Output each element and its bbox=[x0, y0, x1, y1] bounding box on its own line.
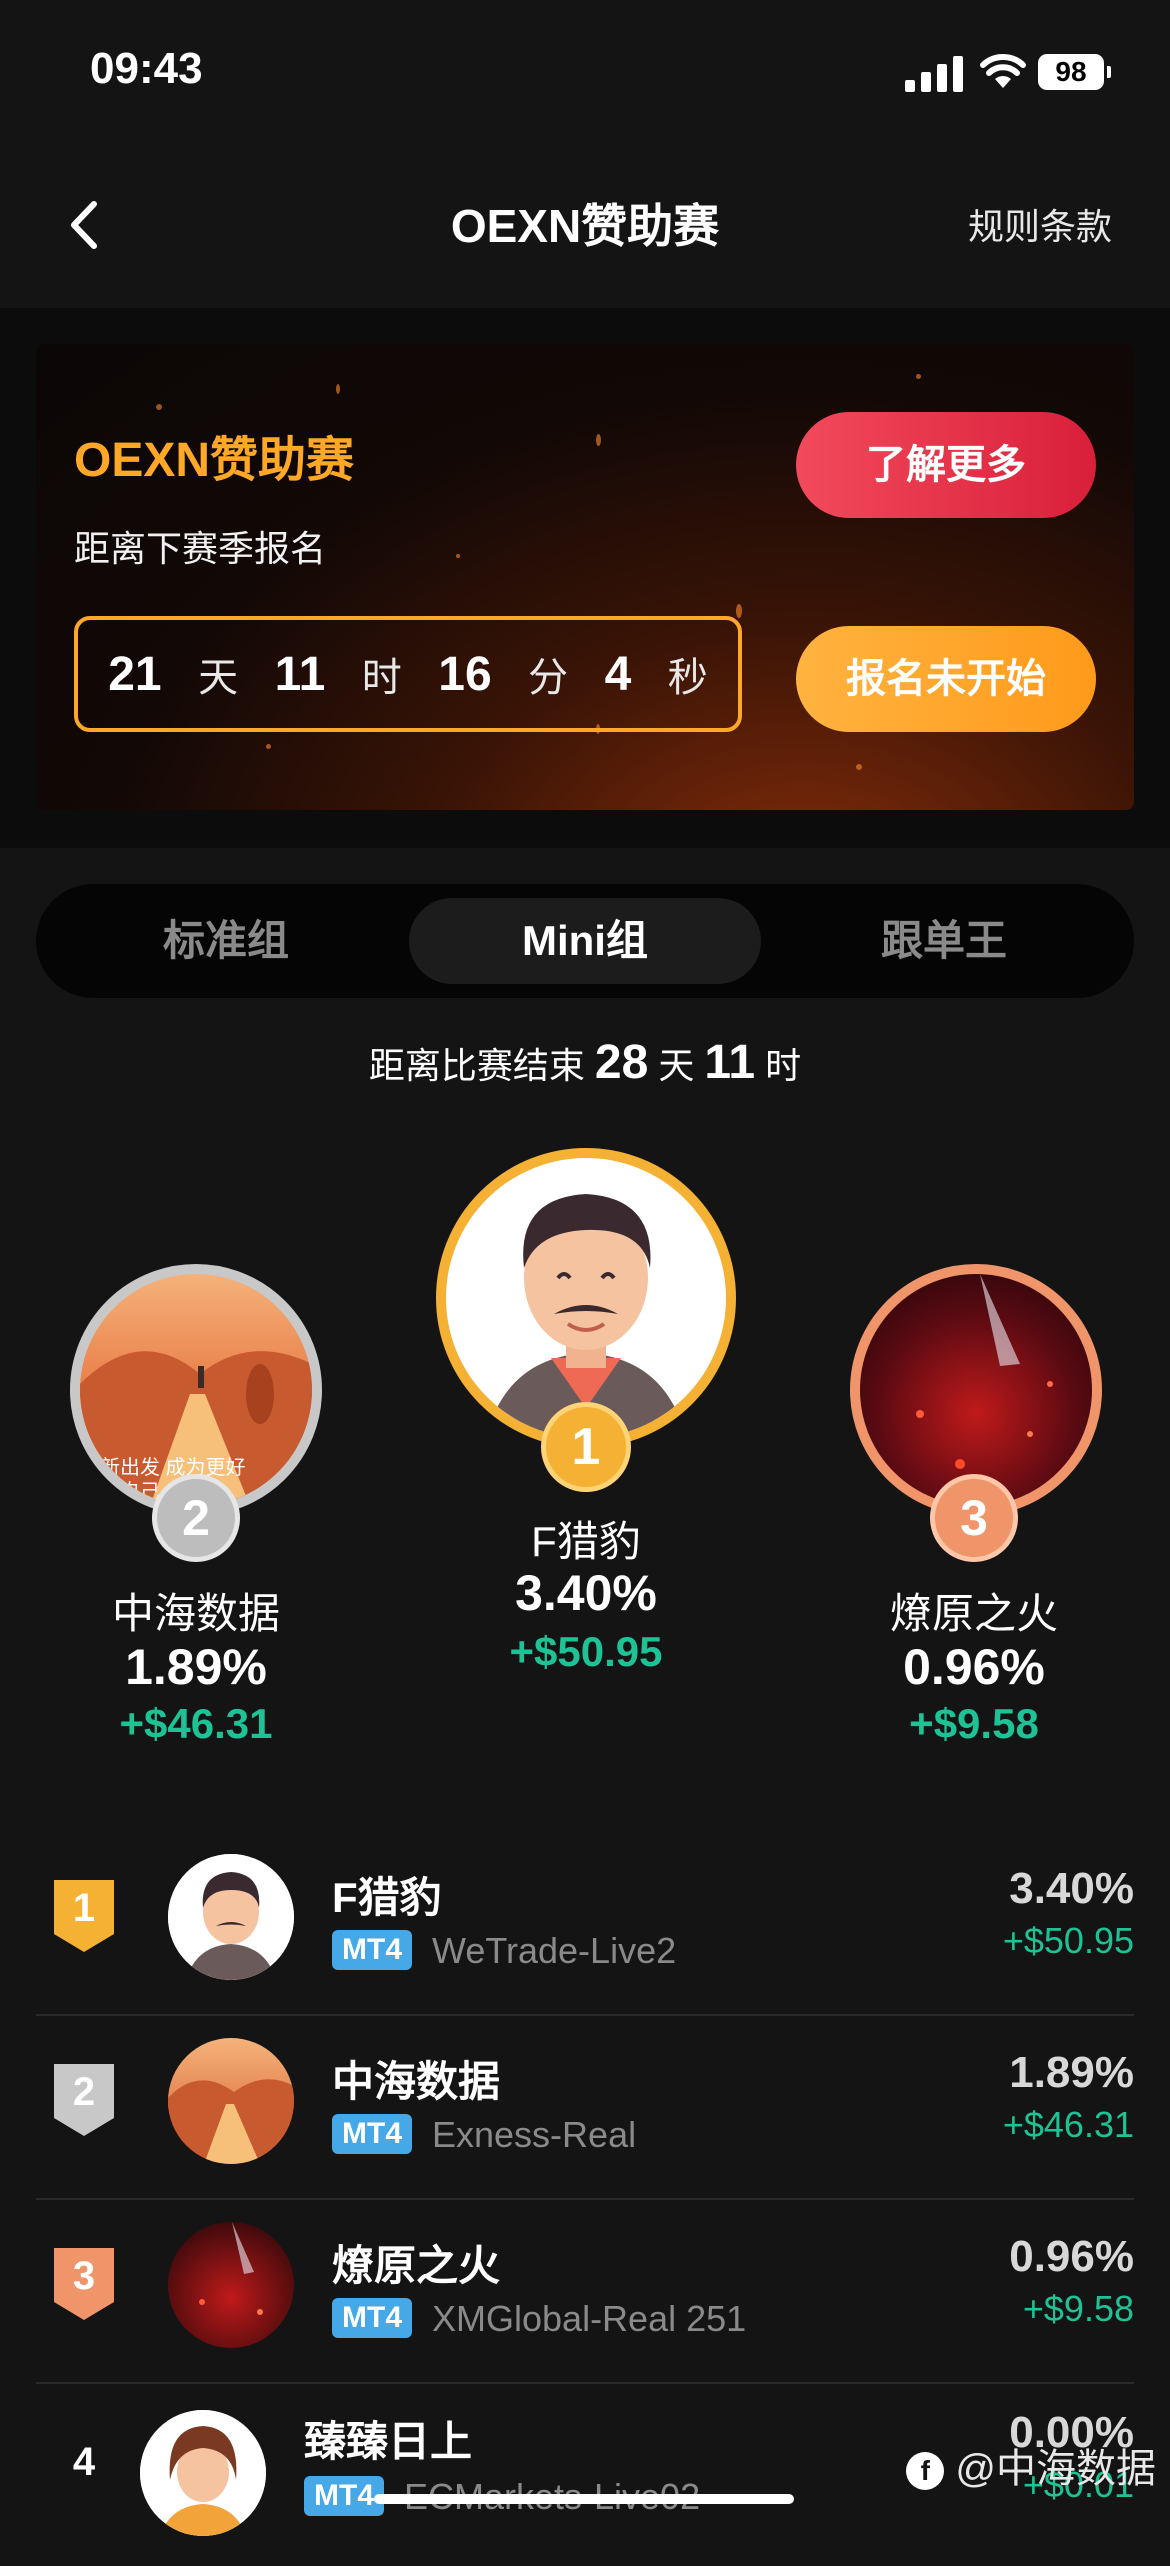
gold-rank-badge-icon: 1 bbox=[50, 1876, 118, 1956]
platform-badge: MT4 bbox=[332, 1930, 412, 1970]
row-rank: 3 bbox=[72, 2254, 96, 2298]
signal-icon bbox=[905, 56, 963, 92]
leaderboard-row[interactable]: 2 中海数据 MT4 Exness-Real 1.89% +$46.31 bbox=[36, 2014, 1134, 2200]
podium-third-name: 燎原之火 bbox=[889, 1590, 1058, 1637]
server-name: Exness-Real bbox=[432, 2114, 637, 2155]
countdown-seconds-unit: 秒 bbox=[667, 656, 708, 700]
signup-button[interactable]: 报名未开始 bbox=[796, 626, 1096, 732]
ends-prefix: 距离比赛结束 bbox=[368, 1045, 585, 1086]
row-rank: 2 bbox=[72, 2070, 96, 2114]
fire-landscape-avatar-icon bbox=[916, 1274, 1053, 1469]
server-name: XMGlobal-Real 251 bbox=[432, 2298, 747, 2339]
avatar bbox=[168, 1854, 294, 1980]
countdown-hours: 11 bbox=[274, 647, 326, 701]
learn-more-button[interactable]: 了解更多 bbox=[796, 412, 1096, 518]
banner-subtitle: 距离下赛季报名 bbox=[74, 528, 327, 569]
row-rank: 4 bbox=[72, 2440, 96, 2484]
profit: +$9.58 bbox=[1022, 2288, 1134, 2329]
row-rank: 1 bbox=[72, 1886, 96, 1930]
podium-second-rank-badge: 2 bbox=[152, 1474, 240, 1562]
countdown-minutes: 16 bbox=[438, 647, 492, 701]
avatar bbox=[168, 2038, 294, 2164]
status-time: 09:43 bbox=[90, 44, 203, 93]
podium-third-rank-badge: 3 bbox=[930, 1474, 1018, 1562]
platform-badge: MT4 bbox=[304, 2476, 384, 2516]
battery-icon: 98 bbox=[1038, 54, 1111, 90]
tab-mini[interactable]: Mini组 bbox=[409, 898, 761, 984]
bronze-rank-badge-icon: 3 bbox=[50, 2244, 118, 2324]
trader-name: F猎豹 bbox=[332, 1874, 442, 1921]
ends-hour-unit: 时 bbox=[765, 1045, 802, 1086]
return-pct: 0.96% bbox=[1009, 2232, 1134, 2281]
server-name: WeTrade-Live2 bbox=[432, 1930, 677, 1971]
leaderboard-row[interactable]: 1 F猎豹 MT4 WeTrade-Live2 3.40% +$50.95 bbox=[36, 1830, 1134, 2016]
return-pct: 3.40% bbox=[1009, 1864, 1134, 1913]
podium-second-name: 中海数据 bbox=[111, 1590, 280, 1637]
ends-day-unit: 天 bbox=[658, 1045, 695, 1086]
rules-link[interactable]: 规则条款 bbox=[968, 198, 1112, 250]
home-indicator[interactable] bbox=[374, 2494, 794, 2504]
avatar bbox=[140, 2410, 266, 2536]
watermark: f @中海数据 bbox=[906, 2436, 1156, 2494]
ends-hours: 11 bbox=[704, 1036, 756, 1089]
podium-second-pct: 1.89% bbox=[125, 1639, 267, 1695]
group-tabs: 标准组 Mini组 跟单王 bbox=[36, 884, 1134, 998]
podium-first-pct: 3.40% bbox=[515, 1565, 657, 1621]
podium-third-profit: +$9.58 bbox=[909, 1700, 1039, 1747]
countdown-minutes-unit: 分 bbox=[528, 656, 569, 700]
trader-name: 燎原之火 bbox=[332, 2242, 501, 2289]
countdown-days: 21 bbox=[108, 647, 162, 701]
season-countdown: 21 天 11 时 16 分 4 秒 bbox=[74, 616, 742, 732]
platform-badge: MT4 bbox=[332, 2298, 412, 2338]
countdown-days-unit: 天 bbox=[198, 656, 239, 700]
profit: +$50.95 bbox=[1002, 1920, 1134, 1961]
tab-copy-king[interactable]: 跟单王 bbox=[768, 898, 1120, 984]
ends-days: 28 bbox=[594, 1036, 649, 1089]
podium-first-rank-badge: 1 bbox=[541, 1402, 631, 1492]
tab-standard[interactable]: 标准组 bbox=[50, 898, 402, 984]
podium-third-pct: 0.96% bbox=[903, 1639, 1045, 1695]
platform-badge: MT4 bbox=[332, 2114, 412, 2154]
avatar bbox=[168, 2222, 294, 2348]
watermark-text: @中海数据 bbox=[955, 2447, 1156, 2491]
trader-name: 臻臻日上 bbox=[304, 2418, 473, 2465]
leaderboard-row[interactable]: 3 燎原之火 MT4 XMGlobal-Real 251 0.96% +$9.5… bbox=[36, 2198, 1134, 2384]
countdown-seconds: 4 bbox=[604, 647, 632, 701]
podium-first-profit: +$50.95 bbox=[509, 1628, 663, 1675]
silver-rank-badge-icon: 2 bbox=[50, 2060, 118, 2140]
profit: +$46.31 bbox=[1002, 2104, 1134, 2145]
weibo-logo-icon: f bbox=[906, 2452, 945, 2491]
contest-end-countdown: 距离比赛结束 28 天 11 时 bbox=[0, 1035, 1170, 1090]
countdown-hours-unit: 时 bbox=[361, 656, 402, 700]
wifi-icon bbox=[980, 54, 1026, 88]
return-pct: 1.89% bbox=[1009, 2048, 1134, 2097]
banner-title: OEXN赞助赛 bbox=[74, 434, 355, 487]
trader-name: 中海数据 bbox=[332, 2058, 501, 2105]
podium-second-profit: +$46.31 bbox=[119, 1700, 273, 1747]
podium-first-name: F猎豹 bbox=[531, 1518, 641, 1565]
man-avatar-icon bbox=[486, 1194, 686, 1438]
